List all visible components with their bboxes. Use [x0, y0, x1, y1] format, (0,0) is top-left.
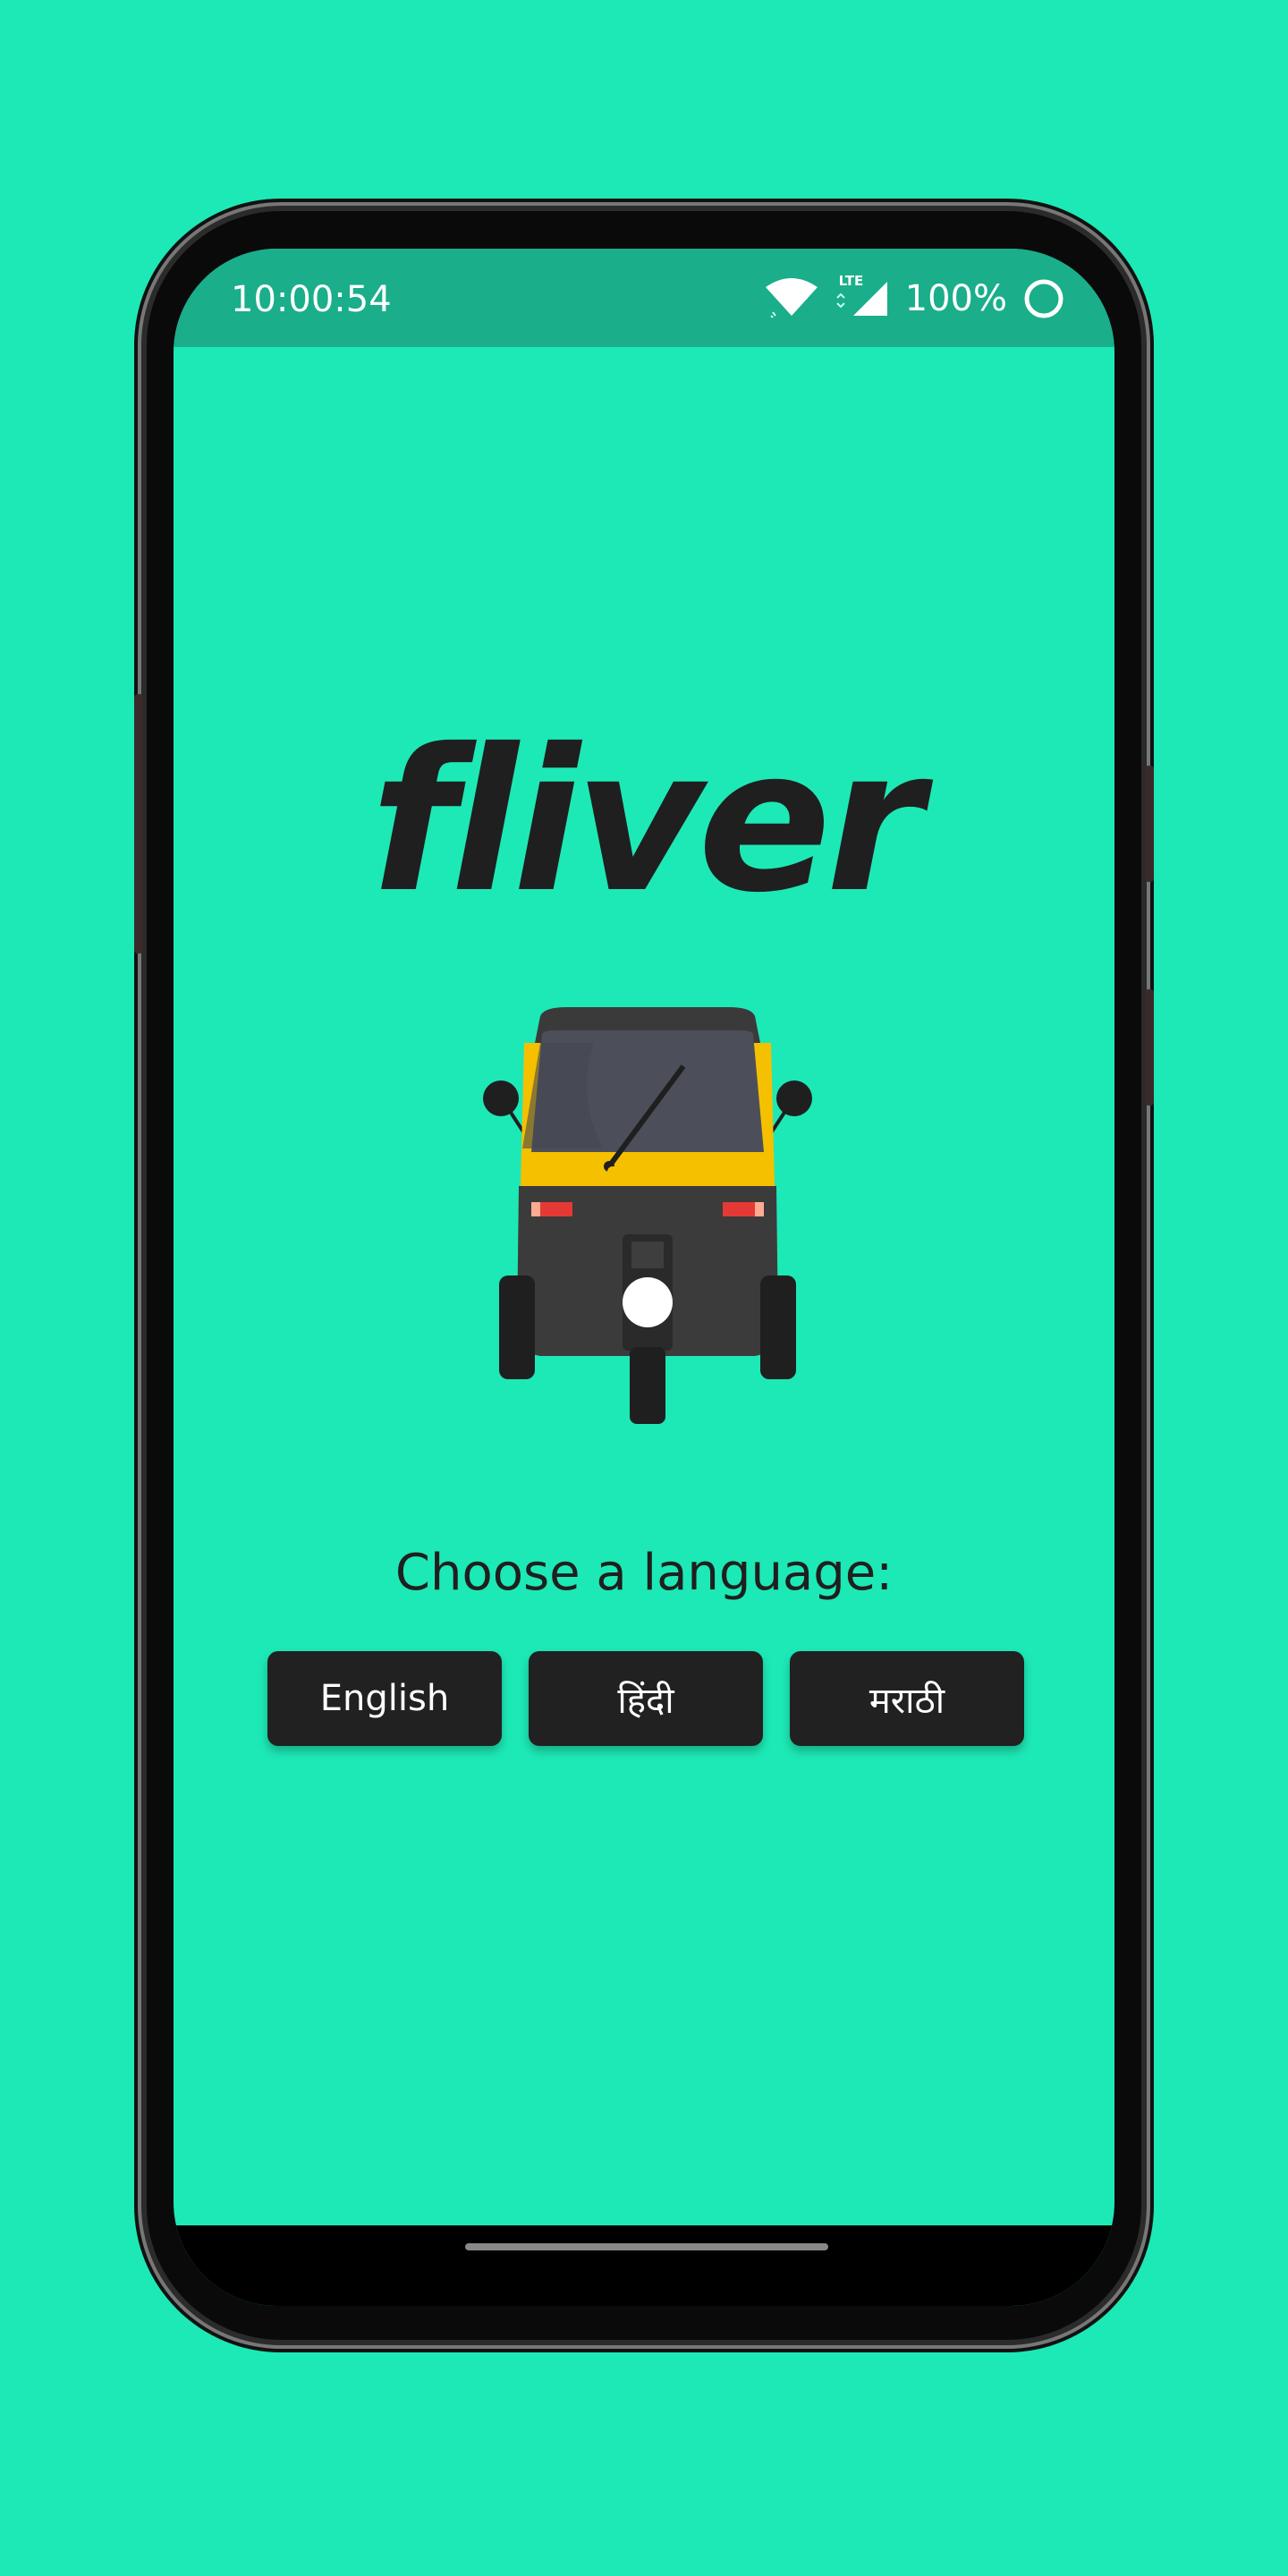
power-button — [1145, 766, 1154, 882]
home-gesture-pill[interactable] — [465, 2243, 828, 2250]
volume-button — [134, 694, 143, 953]
phone-frame: 10:00:54 LTE 100% fliver Choose a langua… — [134, 211, 1154, 2340]
status-icons: LTE 100% — [764, 273, 1064, 324]
language-prompt: Choose a language: — [394, 1544, 894, 1602]
marathi-button[interactable]: मराठी — [790, 1651, 1024, 1746]
battery-percent: 100% — [904, 278, 1007, 319]
signal-icon — [835, 282, 887, 316]
wifi-icon — [765, 278, 818, 318]
hindi-button[interactable]: हिंदी — [529, 1651, 763, 1746]
navigation-bar — [174, 2225, 1114, 2306]
status-clock: 10:00:54 — [231, 279, 392, 320]
auto-rickshaw-icon — [483, 1007, 812, 1424]
signal-cluster: LTE — [835, 273, 889, 321]
battery-ring-icon — [1024, 279, 1063, 318]
language-buttons: English हिंदी मराठी — [267, 1651, 1024, 1746]
app-screen: 10:00:54 LTE 100% fliver Choose a langua… — [174, 249, 1114, 2306]
side-button — [1145, 989, 1154, 1106]
english-button[interactable]: English — [267, 1651, 502, 1746]
status-bar: 10:00:54 LTE 100% — [174, 249, 1114, 347]
app-logo: fliver — [370, 707, 923, 936]
